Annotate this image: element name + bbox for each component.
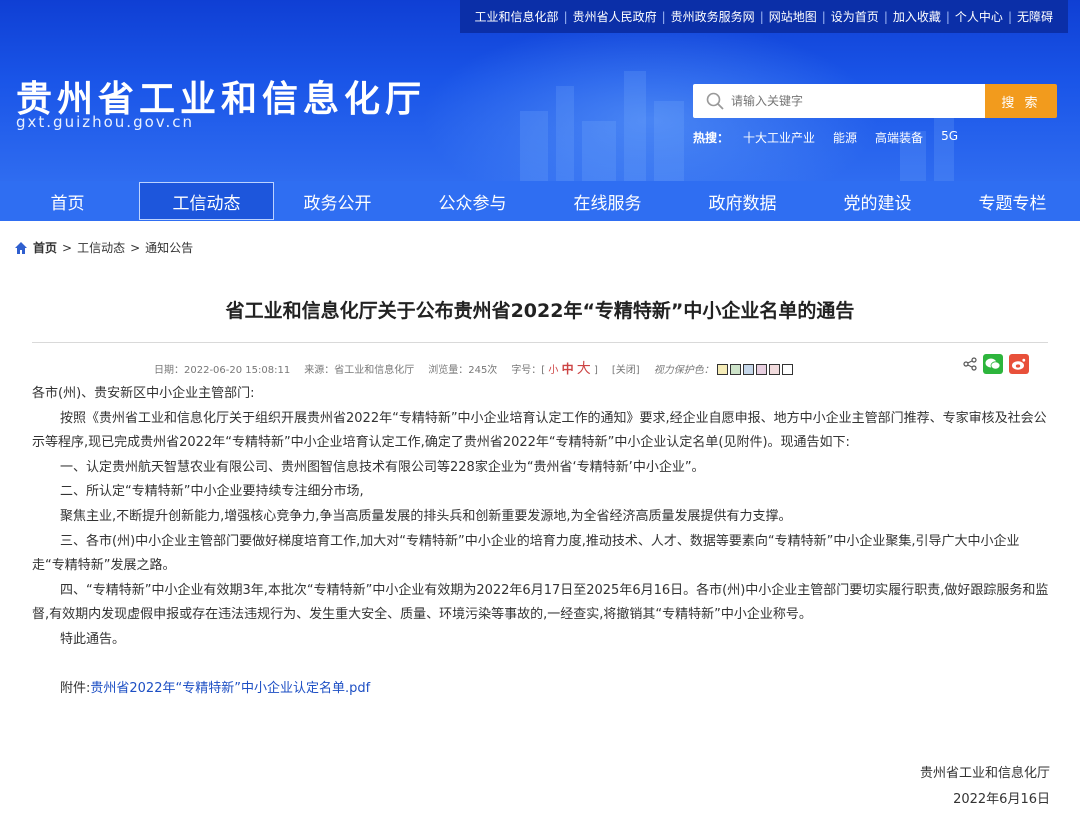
title-divider	[32, 342, 1048, 343]
font-size-control: 字号：[ 小 中 大 ]	[511, 358, 598, 378]
top-link-sitemap[interactable]: 网站地图	[764, 8, 822, 25]
wechat-icon[interactable]	[983, 354, 1003, 374]
top-link-gov[interactable]: 贵州省人民政府	[568, 8, 662, 25]
article-title: 省工业和信息化厅关于公布贵州省2022年“专精特新”中小企业名单的通告	[225, 300, 855, 322]
hot-search-term[interactable]: 高端装备	[875, 129, 923, 146]
weibo-icon[interactable]	[1009, 354, 1029, 374]
top-link-set-home[interactable]: 设为首页	[826, 8, 884, 25]
top-link-personal[interactable]: 个人中心	[950, 8, 1008, 25]
breadcrumb: 首页 > 工信动态 > 通知公告	[14, 239, 193, 256]
breadcrumb-item-news[interactable]: 工信动态	[77, 239, 125, 256]
body-paragraph: 各市(州)、贵安新区中小企业主管部门:	[32, 386, 255, 401]
font-medium-button[interactable]: 中	[562, 362, 574, 376]
breadcrumb-separator: >	[62, 240, 73, 255]
top-link-favorite[interactable]: 加入收藏	[888, 8, 946, 25]
search-icon	[706, 92, 724, 110]
body-paragraph: 特此通告。	[60, 631, 126, 647]
attachment-link[interactable]: 贵州省2022年“专精特新”中小企业认定名单.pdf	[90, 681, 370, 696]
hot-search-term[interactable]: 能源	[833, 129, 857, 146]
breadcrumb-home[interactable]: 首页	[33, 239, 57, 256]
font-size-label: 字号：[	[511, 365, 546, 376]
font-small-button[interactable]: 小	[548, 365, 558, 376]
site-domain: gxt.guizhou.gov.cn	[16, 113, 195, 131]
search-button[interactable]: 搜 索	[985, 84, 1057, 118]
home-icon	[15, 241, 27, 254]
color-swatch[interactable]	[768, 364, 780, 375]
hot-search-label: 热搜：	[693, 131, 730, 145]
nav-item-news[interactable]: 工信动态	[139, 182, 274, 220]
signature-date: 2022年6月16日	[953, 792, 1050, 807]
attachment-label: 附件:	[60, 681, 91, 697]
hot-search-term[interactable]: 十大工业产业	[743, 129, 815, 146]
top-link-service[interactable]: 贵州政务服务网	[666, 8, 760, 25]
header-skyline	[582, 121, 616, 181]
site-header: 工业和信息化部 | 贵州省人民政府 | 贵州政务服务网 | 网站地图 | 设为首页 | 加…	[0, 0, 1080, 181]
font-large-button[interactable]: 大	[577, 361, 591, 377]
nav-item-gov-affairs[interactable]: 政务公开	[270, 181, 405, 221]
hot-search: 热搜： 十大工业产业 能源 高端装备 5G	[693, 129, 958, 146]
top-links-bar: 工业和信息化部 | 贵州省人民政府 | 贵州政务服务网 | 网站地图 | 设为首页 | 加…	[459, 0, 1068, 33]
signature-org: 贵州省工业和信息化厅	[919, 766, 1050, 781]
nav-item-topics[interactable]: 专题专栏	[945, 181, 1080, 221]
header-skyline	[654, 101, 684, 181]
color-swatch[interactable]	[755, 364, 767, 375]
hot-search-term[interactable]: 5G	[941, 129, 958, 146]
weibo-glyph	[1012, 358, 1026, 370]
body-paragraph: 聚焦主业,不断提升创新能力,增强核心竞争力,争当高质量发展的排头兵和创新重要发源…	[60, 508, 792, 524]
body-paragraph: 三、各市(州)中小企业主管部门要做好梯度培育工作,加大对“专精特新”中小企业的培…	[32, 533, 1020, 574]
meta-date: 日期：2022-06-20 15:08:11	[154, 364, 291, 376]
color-swatch[interactable]	[729, 364, 741, 375]
nav-item-party[interactable]: 党的建设	[810, 181, 945, 221]
article-body: 各市(州)、贵安新区中小企业主管部门: 按照《贵州省工业和信息化厅关于组织开展贵…	[32, 382, 1052, 702]
main-nav: 首页 工信动态 政务公开 公众参与 在线服务 政府数据 党的建设 专题专栏	[0, 181, 1080, 221]
header-skyline	[934, 117, 954, 181]
body-paragraph: 二、所认定“专精特新”中小企业要持续专注细分市场,	[60, 484, 364, 500]
breadcrumb-item-notices[interactable]: 通知公告	[145, 239, 193, 256]
header-skyline	[520, 111, 548, 181]
body-paragraph: 一、认定贵州航天智慧农业有限公司、贵州图智信息技术有限公司等228家企业为“贵州…	[60, 459, 705, 475]
color-swatch[interactable]	[742, 364, 754, 375]
top-link-miit[interactable]: 工业和信息化部	[470, 8, 564, 25]
close-link[interactable]: [关闭]	[612, 361, 640, 376]
nav-item-online-service[interactable]: 在线服务	[540, 181, 675, 221]
share-icon[interactable]	[963, 357, 977, 371]
color-swatch[interactable]	[781, 364, 793, 375]
meta-views: 浏览量：245次	[428, 364, 498, 376]
attachment-line: 附件:贵州省2022年“专精特新”中小企业认定名单.pdf	[32, 677, 1052, 702]
color-swatch[interactable]	[716, 364, 728, 375]
share-bar	[963, 354, 1029, 374]
breadcrumb-separator: >	[130, 240, 141, 255]
font-size-bracket: ]	[593, 365, 598, 376]
eye-care-label: 视力保护色：	[653, 364, 714, 376]
header-skyline	[556, 86, 574, 181]
body-paragraph: 四、“专精特新”中小企业有效期3年,本批次“专精特新”中小企业有效期为2022年…	[32, 582, 1049, 623]
nav-item-gov-data[interactable]: 政府数据	[675, 181, 810, 221]
nav-item-home[interactable]: 首页	[0, 181, 135, 221]
search-input[interactable]	[731, 86, 971, 116]
article-meta: 日期：2022-06-20 15:08:11 来源：省工业和信息化厅 浏览量：2…	[154, 358, 793, 378]
eye-care-swatches	[716, 364, 793, 375]
header-skyline	[624, 71, 646, 181]
nav-item-participation[interactable]: 公众参与	[405, 181, 540, 221]
search-box	[693, 84, 985, 118]
top-link-accessibility[interactable]: 无障碍	[1012, 8, 1058, 25]
eye-care-control: 视力保护色：	[654, 361, 793, 376]
meta-source: 来源：省工业和信息化厅	[304, 364, 415, 376]
wechat-glyph	[985, 358, 1001, 370]
body-paragraph: 按照《贵州省工业和信息化厅关于组织开展贵州省2022年“专精特新”中小企业培育认…	[32, 410, 1047, 451]
